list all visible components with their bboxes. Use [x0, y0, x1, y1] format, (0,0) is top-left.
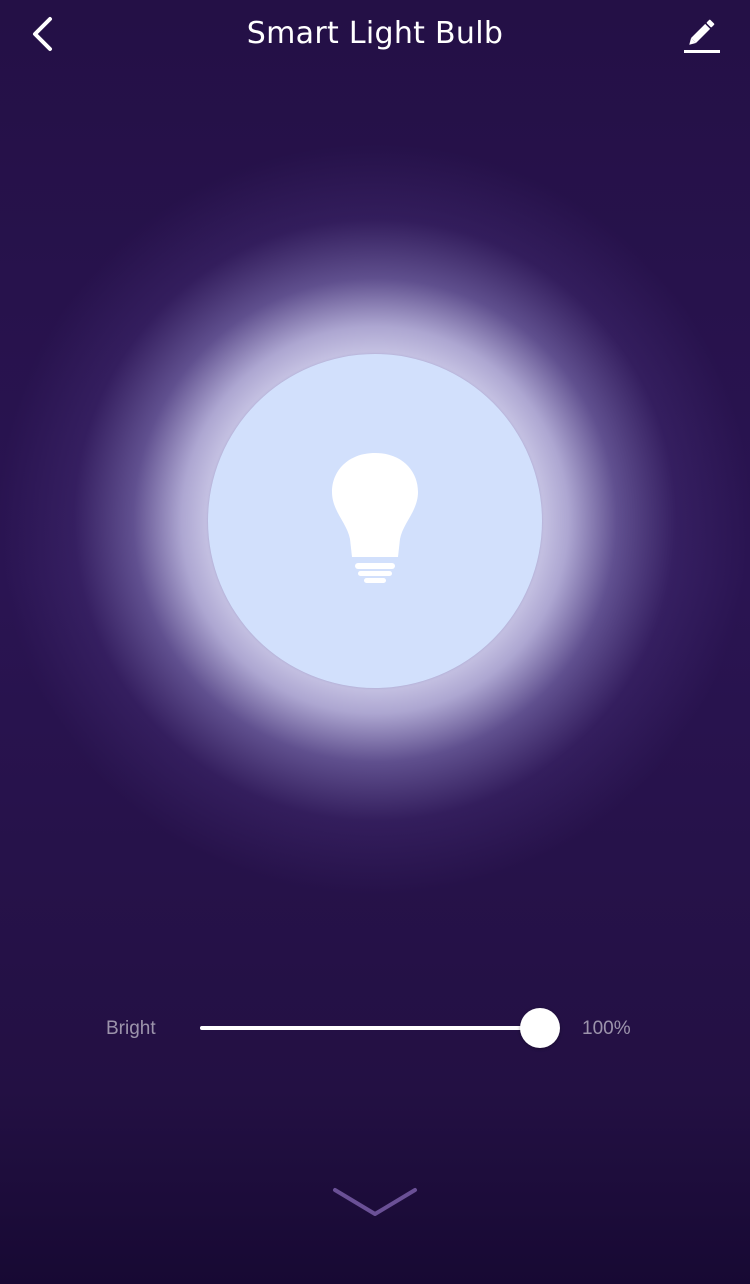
top-bar: Smart Light Bulb — [0, 0, 750, 70]
edit-button[interactable] — [680, 12, 724, 56]
brightness-value: 100% — [582, 1018, 631, 1039]
expand-panel-button[interactable] — [330, 1180, 420, 1230]
brightness-slider-fill — [200, 1026, 540, 1030]
chevron-down-icon — [333, 1188, 417, 1216]
brightness-control: Bright 100% — [0, 1000, 750, 1060]
brightness-slider[interactable] — [200, 1008, 560, 1048]
pencil-icon — [684, 19, 720, 53]
brightness-slider-thumb[interactable] — [520, 1008, 560, 1048]
page-title: Smart Light Bulb — [246, 16, 504, 51]
lightbulb-icon — [332, 453, 418, 583]
bulb-power-toggle[interactable] — [208, 354, 542, 688]
brightness-label: Bright — [106, 1018, 156, 1039]
